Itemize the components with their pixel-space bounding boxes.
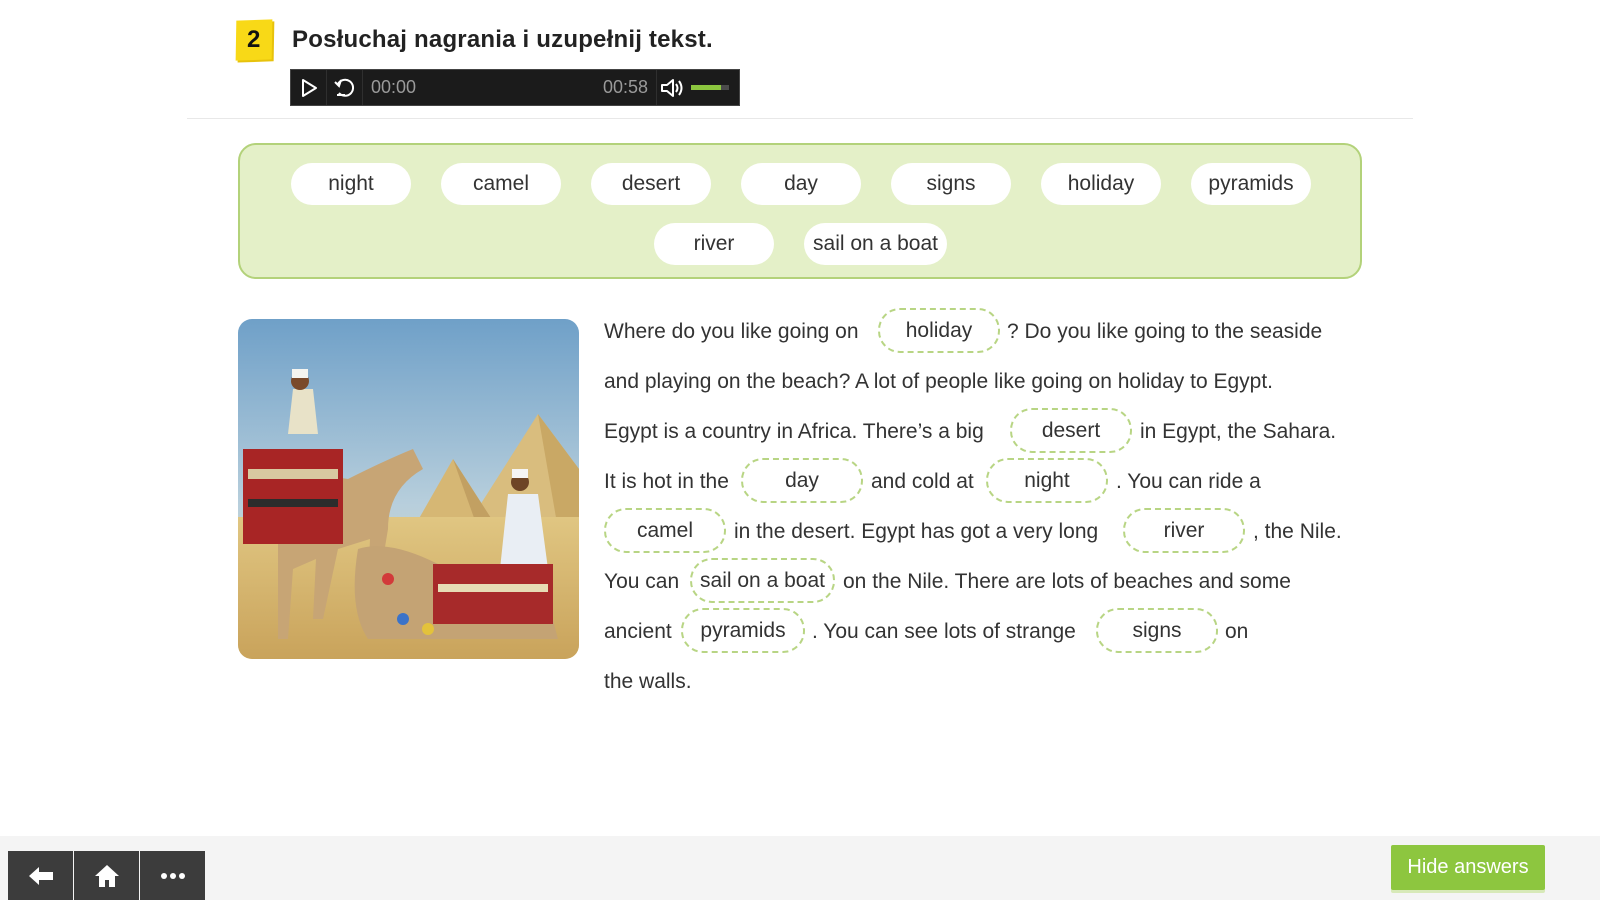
bottom-toolbar — [0, 836, 1600, 900]
text-line-6b: on the Nile. There are lots of beaches a… — [843, 570, 1291, 593]
word-chip-sail-on-a-boat[interactable]: sail on a boat — [804, 223, 947, 265]
hide-answers-button[interactable]: Hide answers — [1391, 845, 1545, 890]
back-button[interactable] — [8, 851, 73, 900]
home-button[interactable] — [74, 851, 139, 900]
more-icon — [160, 872, 185, 879]
word-chip-day[interactable]: day — [741, 163, 861, 205]
word-chip-night[interactable]: night — [291, 163, 411, 205]
word-chip-camel[interactable]: camel — [441, 163, 561, 205]
header-divider — [187, 118, 1413, 119]
exercise-number-badge: 2 — [235, 19, 273, 61]
answer-gap-9[interactable]: signs — [1096, 608, 1218, 653]
answer-gap-6[interactable]: river — [1123, 508, 1245, 553]
text-line-5b: , the Nile. — [1253, 520, 1342, 543]
text-line-4c: . You can ride a — [1116, 470, 1261, 493]
audio-player: 00:00 00:58 — [290, 69, 740, 106]
answer-gap-4[interactable]: night — [986, 458, 1108, 503]
text-line-7c: on — [1225, 620, 1249, 643]
text-line-6a: You can — [604, 570, 680, 593]
volume-slider[interactable] — [691, 85, 729, 90]
replay-icon — [333, 78, 354, 97]
word-chip-river[interactable]: river — [654, 223, 774, 265]
answer-gap-5[interactable]: camel — [604, 508, 726, 553]
text-line-3a: Egypt is a country in Africa. There’s a … — [604, 420, 984, 443]
word-chip-holiday[interactable]: holiday — [1041, 163, 1161, 205]
text-line-1b: ? Do you like going to the seaside — [1007, 320, 1323, 343]
exercise-number: 2 — [247, 26, 261, 53]
current-time: 00:00 — [371, 77, 417, 97]
speaker-icon — [661, 78, 683, 97]
answer-gap-1[interactable]: holiday — [878, 308, 1000, 353]
text-line-4a: It is hot in the — [604, 470, 729, 493]
text-line-4b: and cold at — [871, 470, 974, 493]
volume-level — [691, 85, 722, 90]
play-button[interactable] — [291, 70, 327, 105]
word-chip-desert[interactable]: desert — [591, 163, 711, 205]
text-line-1a: Where do you like going on — [604, 320, 859, 343]
duration: 00:58 — [602, 77, 648, 97]
exercise-title: Posłuchaj nagrania i uzupełnij tekst. — [292, 26, 713, 53]
play-icon — [301, 78, 317, 97]
text-line-7b: . You can see lots of strange — [812, 620, 1076, 643]
text-line-7a: ancient — [604, 620, 672, 643]
home-icon — [94, 864, 119, 887]
word-chip-pyramids[interactable]: pyramids — [1191, 163, 1311, 205]
word-bank: night camel desert day signs holiday pyr… — [238, 143, 1362, 279]
answer-gap-3[interactable]: day — [741, 458, 863, 503]
egypt-camels-photo — [238, 319, 579, 659]
answer-gap-2[interactable]: desert — [1010, 408, 1132, 453]
text-line-2: and playing on the beach? A lot of peopl… — [604, 370, 1274, 393]
text-line-3b: in Egypt, the Sahara. — [1140, 420, 1337, 443]
text-line-5a: in the desert. Egypt has got a very long — [734, 520, 1099, 543]
answer-gap-8[interactable]: pyramids — [681, 608, 805, 653]
mute-button[interactable] — [656, 70, 687, 105]
more-button[interactable] — [140, 851, 205, 900]
text-line-8: the walls. — [604, 670, 692, 693]
replay-button[interactable] — [327, 70, 363, 105]
back-arrow-icon — [28, 866, 53, 885]
word-chip-signs[interactable]: signs — [891, 163, 1011, 205]
answer-gap-7[interactable]: sail on a boat — [690, 558, 835, 603]
